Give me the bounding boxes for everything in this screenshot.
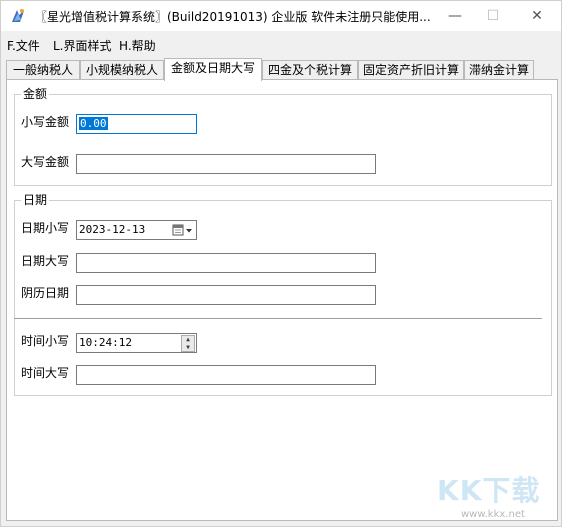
spin-down-icon[interactable]: ▼	[182, 344, 194, 352]
menu-file[interactable]: F.文件	[7, 37, 40, 54]
tab-small-scale-taxpayer[interactable]: 小规模纳税人	[80, 60, 164, 80]
time-lower-label: 时间小写	[21, 334, 70, 348]
amount-lower-label: 小写金额	[21, 115, 70, 129]
time-upper-label: 时间大写	[21, 366, 70, 380]
amount-lower-input[interactable]: 0.00	[76, 114, 197, 134]
close-icon: ✕	[531, 8, 543, 24]
date-group-title: 日期	[21, 193, 50, 207]
lunar-date-input[interactable]	[76, 285, 376, 305]
time-upper-input[interactable]	[76, 365, 376, 385]
date-lower-value: 2023-12-13	[79, 223, 146, 236]
date-upper-label: 日期大写	[21, 254, 70, 268]
maximize-icon: ☐	[486, 8, 500, 24]
maximize-button[interactable]: ☐	[473, 1, 513, 31]
tab-late-fee[interactable]: 滞纳金计算	[464, 60, 534, 80]
tab-amount-date-uppercase[interactable]: 金额及日期大写	[164, 58, 262, 81]
amount-lower-value: 0.00	[79, 117, 108, 130]
tab-funds-income-tax[interactable]: 四金及个税计算	[262, 60, 358, 80]
time-spinner[interactable]: ▲ ▼	[181, 335, 195, 352]
lunar-date-label: 阴历日期	[21, 286, 70, 300]
date-upper-input[interactable]	[76, 253, 376, 273]
calendar-dropdown-button[interactable]	[172, 223, 194, 238]
app-window: 〖星光增值税计算系统〗(Build20191013) 企业版 软件未注册只能使用…	[0, 0, 562, 527]
tab-fixed-asset-depreciation[interactable]: 固定资产折旧计算	[358, 60, 464, 80]
amount-upper-label: 大写金额	[21, 155, 70, 169]
tab-strip: 一般纳税人 小规模纳税人 金额及日期大写 四金及个税计算 固定资产折旧计算 滞纳…	[6, 58, 558, 81]
time-picker[interactable]: 10:24:12 ▲ ▼	[76, 333, 197, 353]
watermark: KK下载 www.kkx.net	[431, 467, 559, 525]
app-logo-icon	[12, 9, 24, 22]
tab-page-amount-date: 金额 小写金额 0.00 大写金额 日期 日期小写 2023-12-13 日期大…	[6, 79, 558, 521]
menu-help[interactable]: H.帮助	[119, 37, 156, 54]
date-picker[interactable]: 2023-12-13	[76, 220, 197, 240]
title-bar[interactable]: 〖星光增值税计算系统〗(Build20191013) 企业版 软件未注册只能使用…	[1, 1, 561, 31]
watermark-url: www.kkx.net	[461, 509, 525, 520]
separator-line	[14, 318, 542, 319]
menu-bar: F.文件 L.界面样式 H.帮助	[1, 34, 561, 56]
menu-interface-style[interactable]: L.界面样式	[53, 37, 112, 54]
amount-group-title: 金额	[21, 87, 50, 101]
amount-upper-input[interactable]	[76, 154, 376, 174]
calendar-icon	[172, 224, 192, 236]
date-lower-label: 日期小写	[21, 221, 70, 235]
time-lower-value: 10:24:12	[79, 336, 132, 349]
watermark-logo: KK下载	[437, 474, 541, 507]
tab-general-taxpayer[interactable]: 一般纳税人	[6, 60, 80, 80]
spin-up-icon[interactable]: ▲	[182, 336, 194, 344]
minimize-button[interactable]: —	[435, 1, 475, 31]
minimize-icon: —	[448, 8, 462, 24]
window-title: 〖星光增值税计算系统〗(Build20191013) 企业版 软件未注册只能使用…	[35, 10, 431, 24]
close-button[interactable]: ✕	[517, 1, 557, 31]
